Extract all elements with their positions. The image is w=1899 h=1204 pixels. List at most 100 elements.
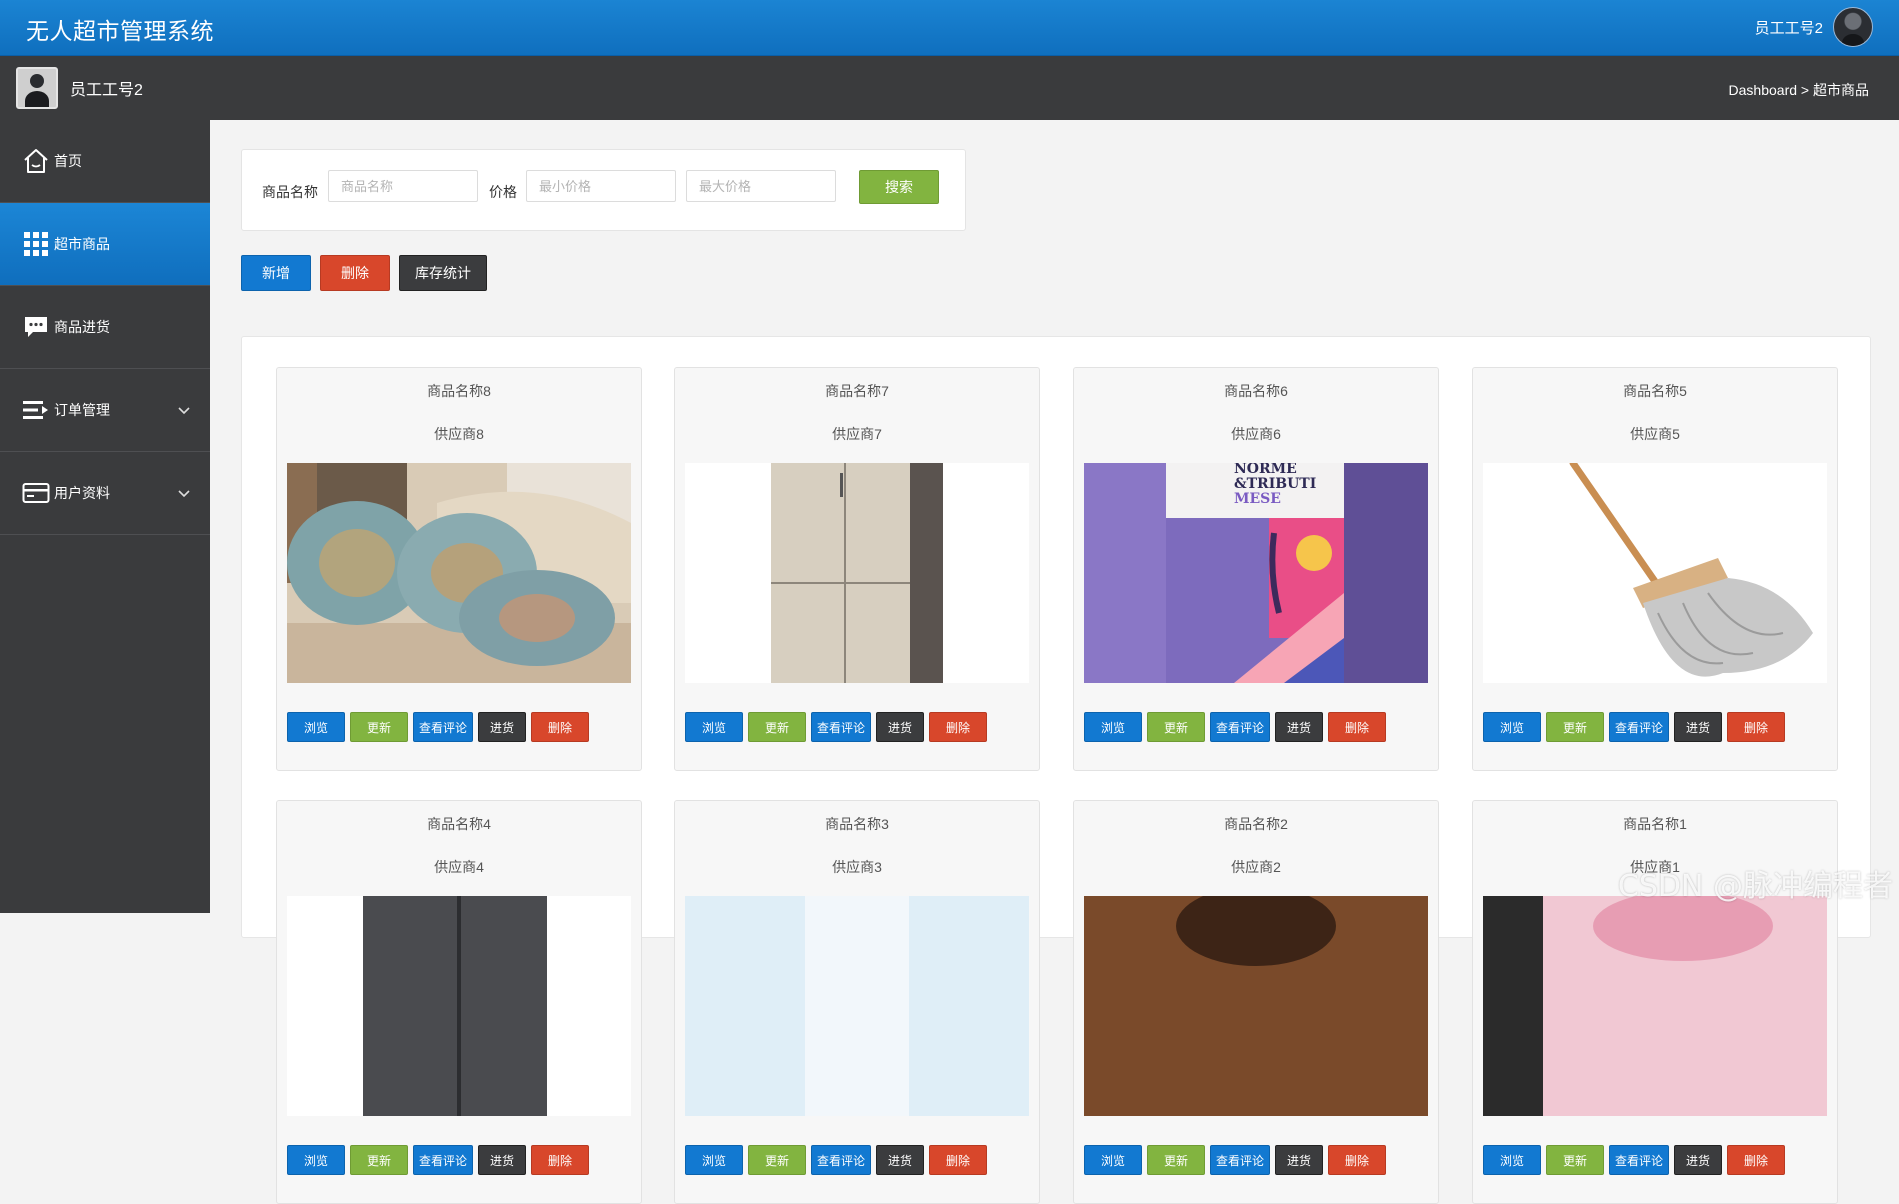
restock-button[interactable]: 进货: [876, 1145, 924, 1175]
product-actions: 浏览 更新 查看评论 进货 删除: [287, 1145, 589, 1175]
sidebar-item-products[interactable]: 超市商品: [0, 203, 210, 286]
update-button[interactable]: 更新: [350, 712, 408, 742]
view-button[interactable]: 浏览: [1084, 712, 1142, 742]
product-actions: 浏览 更新 查看评论 进货 删除: [1084, 1145, 1386, 1175]
delete-product-button[interactable]: 删除: [1727, 1145, 1785, 1175]
min-price-input[interactable]: [526, 170, 676, 202]
view-button[interactable]: 浏览: [685, 712, 743, 742]
delete-product-button[interactable]: 删除: [531, 712, 589, 742]
grid-icon: [20, 228, 52, 260]
update-button[interactable]: 更新: [748, 712, 806, 742]
view-reviews-button[interactable]: 查看评论: [1210, 712, 1270, 742]
restock-button[interactable]: 进货: [478, 1145, 526, 1175]
sidebar-item-home[interactable]: 首页: [0, 120, 210, 203]
product-name-label: 商品名称: [262, 184, 318, 200]
product-name: 商品名称6: [1224, 383, 1288, 399]
price-label: 价格: [489, 184, 517, 200]
product-actions: 浏览 更新 查看评论 进货 删除: [685, 712, 987, 742]
product-card: 商品名称5 供应商5 浏览 更新 查看评论 进货 删除: [1472, 367, 1838, 771]
sidebar-item-restock[interactable]: 商品进货: [0, 286, 210, 369]
stock-stats-button[interactable]: 库存统计: [399, 255, 487, 291]
product-image[interactable]: [287, 896, 631, 1116]
update-button[interactable]: 更新: [1546, 1145, 1604, 1175]
sidebar-item-label: 用户资料: [54, 485, 110, 501]
view-reviews-button[interactable]: 查看评论: [413, 712, 473, 742]
view-reviews-button[interactable]: 查看评论: [413, 1145, 473, 1175]
search-panel: 商品名称 价格 搜索: [241, 149, 966, 231]
user-avatar: [16, 67, 58, 109]
breadcrumb-root[interactable]: Dashboard: [1729, 82, 1798, 98]
product-image[interactable]: [1483, 896, 1827, 1116]
sub-header: 员工工号2 Dashboard > 超市商品: [0, 56, 1899, 120]
max-price-input[interactable]: [686, 170, 836, 202]
product-name: 商品名称5: [1623, 383, 1687, 399]
product-card: 商品名称4 供应商4 浏览 更新 查看评论 进货 删除: [276, 800, 642, 1204]
breadcrumb: Dashboard > 超市商品: [1729, 80, 1869, 100]
product-name: 商品名称2: [1224, 816, 1288, 832]
product-image[interactable]: [1483, 463, 1827, 683]
product-image[interactable]: [1084, 896, 1428, 1116]
magazine-title-line3: MESE: [1234, 491, 1281, 507]
view-button[interactable]: 浏览: [1483, 712, 1541, 742]
view-reviews-button[interactable]: 查看评论: [1609, 1145, 1669, 1175]
restock-button[interactable]: 进货: [1674, 1145, 1722, 1175]
update-button[interactable]: 更新: [1147, 712, 1205, 742]
sidebar-item-users[interactable]: 用户资料: [0, 452, 210, 535]
restock-button[interactable]: 进货: [876, 712, 924, 742]
restock-button[interactable]: 进货: [1275, 1145, 1323, 1175]
view-button[interactable]: 浏览: [685, 1145, 743, 1175]
view-reviews-button[interactable]: 查看评论: [811, 1145, 871, 1175]
sidebar-item-label: 超市商品: [54, 236, 110, 252]
product-actions: 浏览 更新 查看评论 进货 删除: [287, 712, 589, 742]
product-name-input[interactable]: [328, 170, 478, 202]
product-card: 商品名称6 供应商6 NORME &TRIBUTI MESE 浏览 更新 查看评论 进货…: [1073, 367, 1439, 771]
delete-product-button[interactable]: 删除: [929, 712, 987, 742]
product-image[interactable]: [685, 463, 1029, 683]
app-title: 无人超市管理系统: [26, 18, 214, 44]
update-button[interactable]: 更新: [1546, 712, 1604, 742]
view-button[interactable]: 浏览: [287, 712, 345, 742]
product-supplier: 供应商5: [1630, 426, 1680, 442]
top-user-name: 员工工号2: [1754, 19, 1823, 37]
sidebar-item-orders[interactable]: 订单管理: [0, 369, 210, 452]
watermark: CSDN @脉冲编程者: [1617, 869, 1893, 904]
view-reviews-button[interactable]: 查看评论: [1210, 1145, 1270, 1175]
delete-product-button[interactable]: 删除: [929, 1145, 987, 1175]
view-button[interactable]: 浏览: [1084, 1145, 1142, 1175]
view-button[interactable]: 浏览: [1483, 1145, 1541, 1175]
home-icon: [20, 145, 52, 177]
product-supplier: 供应商3: [832, 859, 882, 875]
product-image[interactable]: [685, 896, 1029, 1116]
product-supplier: 供应商7: [832, 426, 882, 442]
delete-button[interactable]: 删除: [320, 255, 390, 291]
product-image[interactable]: NORME &TRIBUTI MESE: [1084, 463, 1428, 683]
chevron-down-icon: [178, 485, 190, 501]
product-image[interactable]: [287, 463, 631, 683]
update-button[interactable]: 更新: [1147, 1145, 1205, 1175]
update-button[interactable]: 更新: [350, 1145, 408, 1175]
update-button[interactable]: 更新: [748, 1145, 806, 1175]
product-supplier: 供应商2: [1231, 859, 1281, 875]
view-reviews-button[interactable]: 查看评论: [1609, 712, 1669, 742]
avatar[interactable]: [1833, 7, 1873, 47]
delete-product-button[interactable]: 删除: [531, 1145, 589, 1175]
delete-product-button[interactable]: 删除: [1328, 712, 1386, 742]
add-button[interactable]: 新增: [241, 255, 311, 291]
product-card: 商品名称7 供应商7 浏览 更新 查看评论 进货 删除: [674, 367, 1040, 771]
action-toolbar: 新增 删除 库存统计: [241, 255, 487, 291]
search-button[interactable]: 搜索: [859, 170, 939, 204]
restock-button[interactable]: 进货: [478, 712, 526, 742]
delete-product-button[interactable]: 删除: [1328, 1145, 1386, 1175]
restock-button[interactable]: 进货: [1275, 712, 1323, 742]
top-user-menu[interactable]: 员工工号2: [1755, 7, 1873, 47]
view-reviews-button[interactable]: 查看评论: [811, 712, 871, 742]
breadcrumb-current: 超市商品: [1813, 82, 1869, 98]
delete-product-button[interactable]: 删除: [1727, 712, 1785, 742]
magazine-title-line2: &TRIBUTI: [1234, 476, 1316, 492]
product-name: 商品名称4: [427, 816, 491, 832]
restock-button[interactable]: 进货: [1674, 712, 1722, 742]
view-button[interactable]: 浏览: [287, 1145, 345, 1175]
list-icon: [20, 394, 52, 426]
sidebar-item-label: 首页: [54, 153, 82, 169]
magazine-title-line1: NORME: [1234, 463, 1297, 477]
